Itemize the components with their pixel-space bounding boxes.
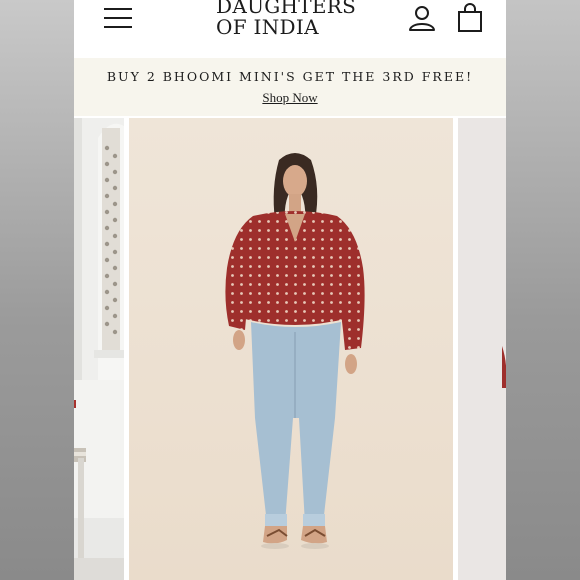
background-right: [506, 0, 580, 580]
shopping-bag-icon[interactable]: [456, 3, 484, 33]
next-slide-image[interactable]: [458, 118, 506, 580]
user-account-icon[interactable]: [408, 4, 436, 32]
interior-arch-image: [74, 118, 124, 580]
promo-text: BUY 2 BHOOMI MINI'S GET THE 3RD FREE!: [106, 69, 474, 84]
background-left: [0, 0, 74, 580]
logo-line-2: OF INDIA: [216, 15, 319, 39]
product-image-carousel[interactable]: [74, 118, 506, 580]
main-product-image[interactable]: [129, 118, 453, 580]
brand-logo[interactable]: DAUGHTERS OF INDIA: [216, 0, 356, 38]
previous-slide-image[interactable]: [74, 118, 124, 580]
promo-banner: BUY 2 BHOOMI MINI'S GET THE 3RD FREE! Sh…: [74, 58, 506, 116]
hamburger-menu-icon[interactable]: [104, 4, 134, 28]
site-header: DAUGHTERS OF INDIA: [74, 0, 506, 58]
phone-screen: DAUGHTERS OF INDIA BUY 2 BHOOMI MINI'S G…: [74, 0, 506, 580]
model-photo: [129, 118, 453, 580]
next-photo-preview: [458, 118, 506, 580]
shop-now-link[interactable]: Shop Now: [74, 90, 506, 106]
